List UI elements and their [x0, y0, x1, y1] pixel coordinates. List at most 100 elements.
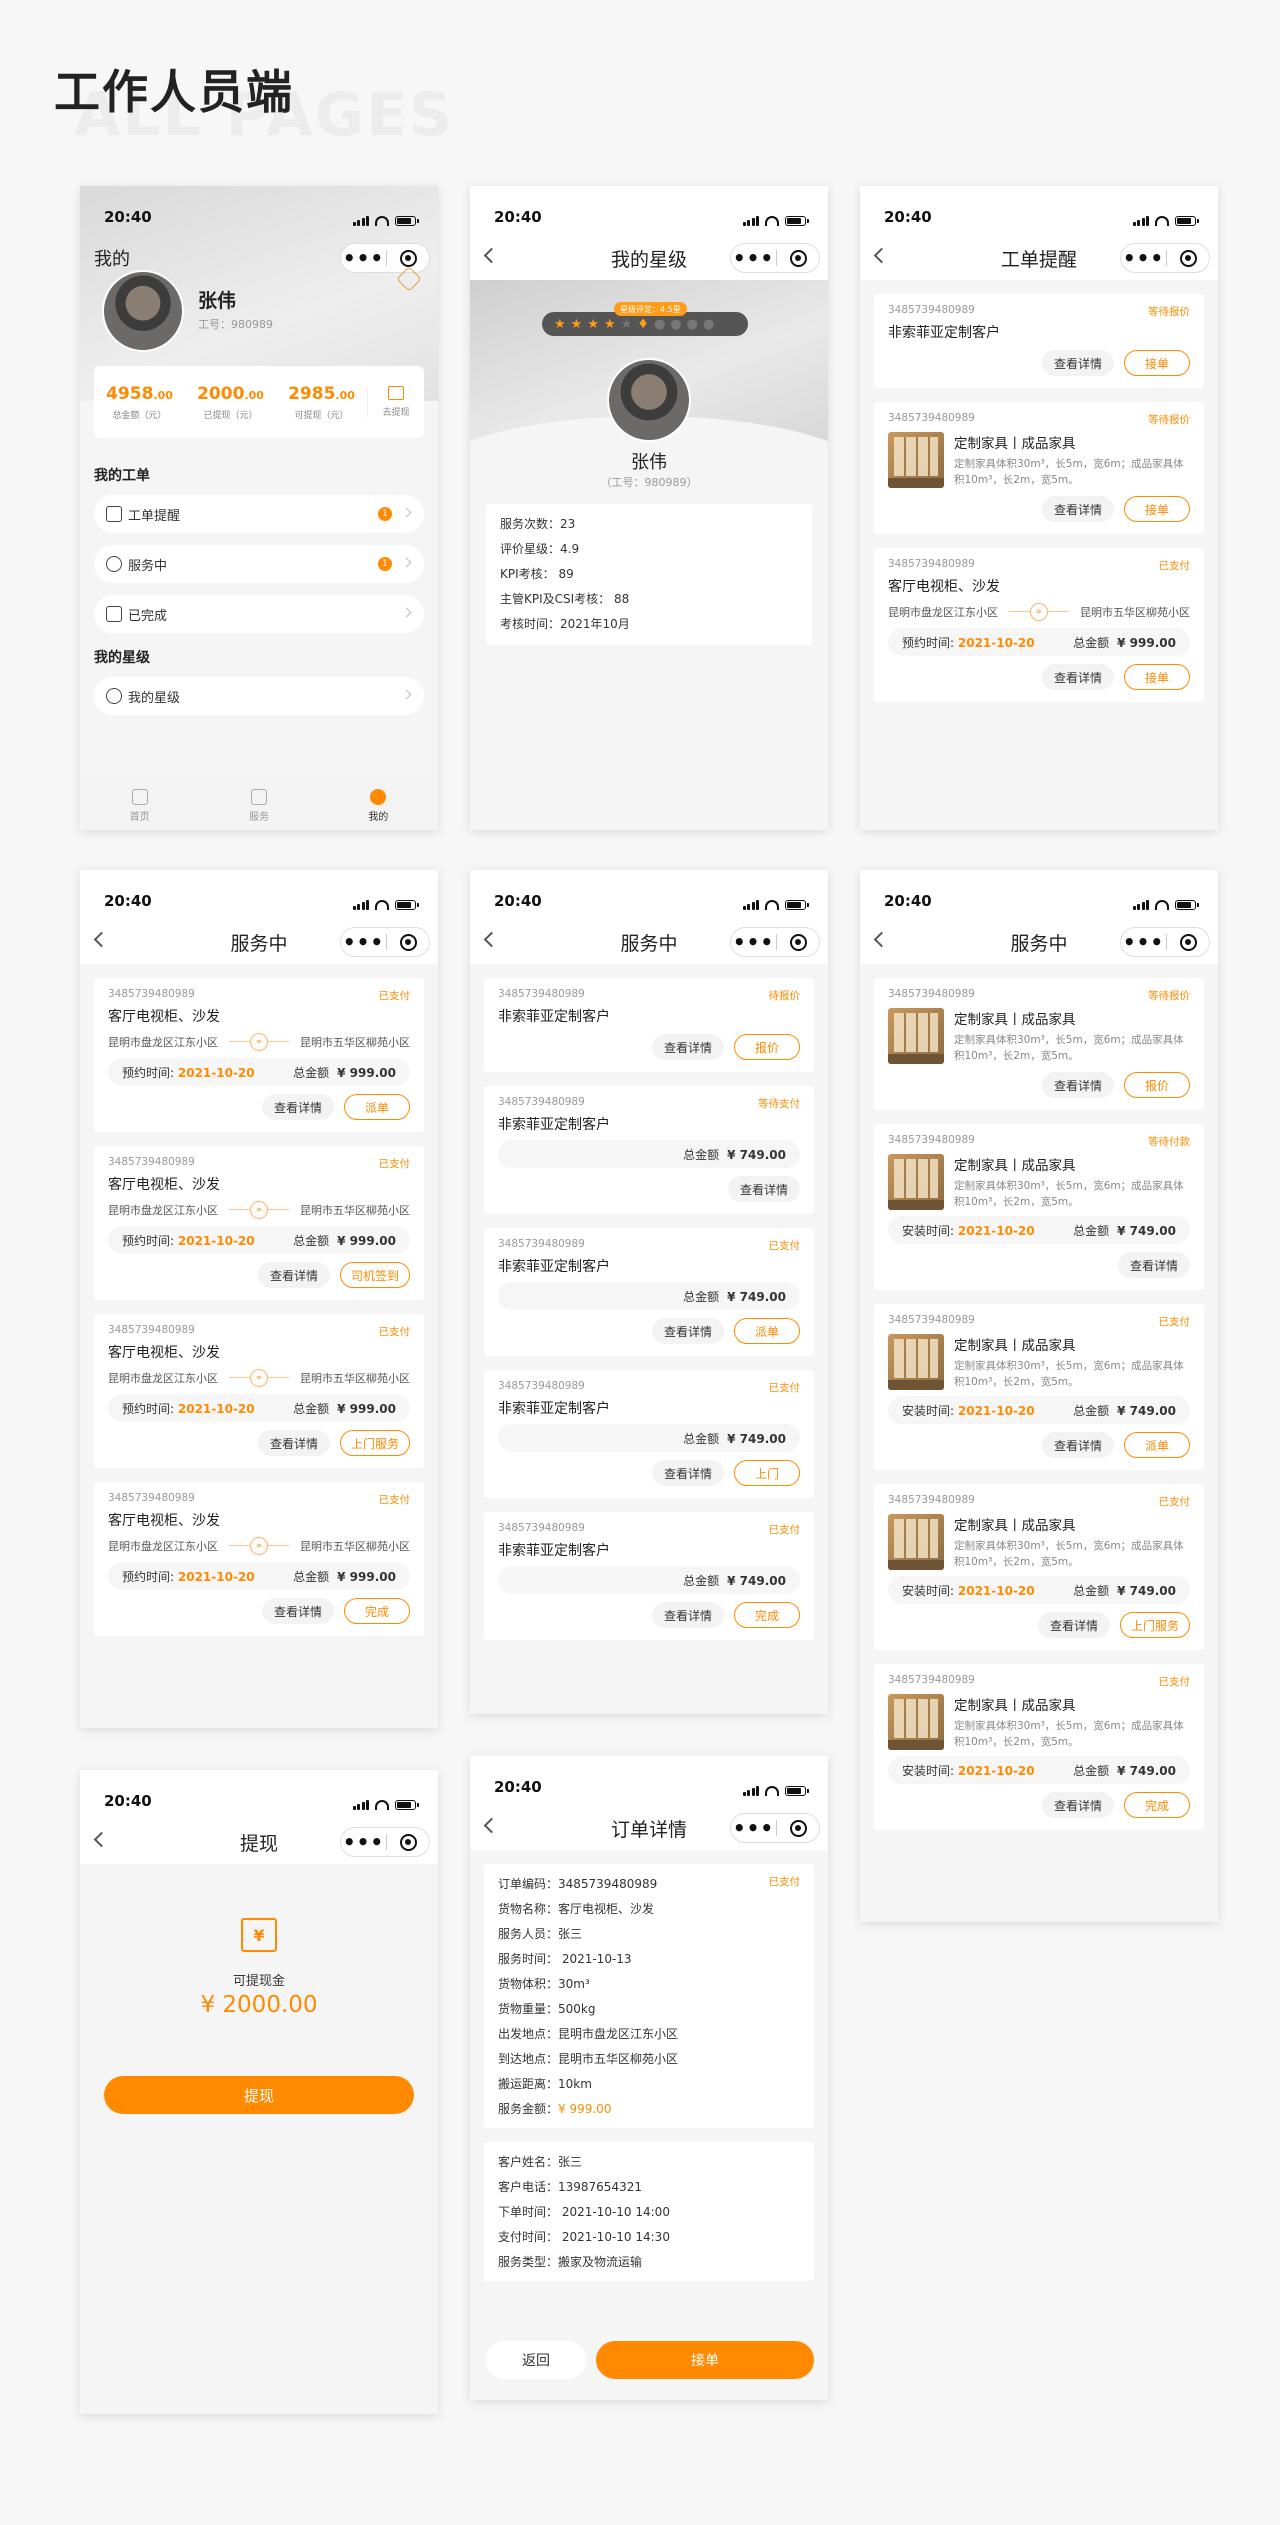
close-mini-icon[interactable] — [789, 1819, 807, 1837]
accept-button[interactable]: 接单 — [1124, 496, 1190, 522]
back-icon[interactable] — [93, 1831, 110, 1848]
accept-button[interactable]: 接单 — [1124, 664, 1190, 690]
view-detail-button[interactable]: 查看详情 — [1117, 1252, 1190, 1278]
quote-button[interactable]: 报价 — [1124, 1072, 1190, 1098]
tab-service[interactable]: 服务 — [199, 781, 318, 830]
onsite-service-button[interactable]: 上门服务 — [339, 1430, 410, 1456]
stat-available: 2985.00 可提现（元） — [288, 383, 355, 421]
row-my-level[interactable]: 我的星级 — [94, 677, 424, 715]
complete-button[interactable]: 完成 — [344, 1598, 410, 1624]
capsule-menu[interactable]: ••• — [730, 243, 820, 273]
status-time: 20:40 — [104, 208, 152, 226]
view-detail-button[interactable]: 查看详情 — [651, 1318, 724, 1344]
close-mini-icon[interactable] — [399, 249, 417, 267]
onsite-button[interactable]: 上门 — [734, 1460, 800, 1486]
order-card: 3485739480989 已支付 客厅电视柜、沙发 昆明市盘龙区江东小区» 昆明市五华… — [94, 978, 424, 1132]
tab-mine[interactable]: 我的 — [319, 781, 438, 830]
view-detail-button[interactable]: 查看详情 — [1041, 664, 1114, 690]
back-icon[interactable] — [483, 1817, 500, 1834]
row-in-service[interactable]: 服务中 1 — [94, 545, 424, 583]
capsule-menu[interactable]: ••• — [340, 243, 430, 273]
close-mini-icon[interactable] — [399, 1833, 417, 1851]
close-mini-icon[interactable] — [1179, 249, 1197, 267]
row-order-reminder[interactable]: 工单提醒 1 — [94, 495, 424, 533]
quote-button[interactable]: 报价 — [734, 1034, 800, 1060]
capsule-menu[interactable]: ••• — [1120, 243, 1210, 273]
view-detail-button[interactable]: 查看详情 — [1041, 496, 1114, 522]
view-detail-button[interactable]: 查看详情 — [651, 1602, 724, 1628]
more-icon[interactable]: ••• — [1121, 927, 1166, 957]
signal-icon — [352, 1800, 369, 1810]
row-completed[interactable]: 已完成 — [94, 595, 424, 633]
page-title: 工作人员端 — [54, 65, 294, 119]
back-icon[interactable] — [483, 247, 500, 264]
view-detail-button[interactable]: 查看详情 — [1041, 350, 1114, 376]
accept-button[interactable]: 接单 — [1124, 350, 1190, 376]
back-icon[interactable] — [483, 931, 500, 948]
view-detail-button[interactable]: 查看详情 — [1041, 1072, 1114, 1098]
signal-icon — [352, 216, 369, 226]
more-icon[interactable]: ••• — [341, 1827, 386, 1857]
signal-icon — [1132, 216, 1149, 226]
view-detail-button[interactable]: 查看详情 — [651, 1034, 724, 1060]
withdraw-button[interactable]: 提现 — [104, 2076, 414, 2114]
view-detail-button[interactable]: 查看详情 — [651, 1460, 724, 1486]
capsule-menu[interactable]: ••• — [730, 1813, 820, 1843]
view-detail-button[interactable]: 查看详情 — [257, 1430, 330, 1456]
signal-icon — [742, 900, 759, 910]
chevron-right-icon — [401, 689, 412, 700]
complete-button[interactable]: 完成 — [734, 1602, 800, 1628]
view-detail-button[interactable]: 查看详情 — [1037, 1612, 1110, 1638]
back-icon[interactable] — [873, 931, 890, 948]
more-icon[interactable]: ••• — [731, 243, 776, 273]
close-mini-icon[interactable] — [1179, 933, 1197, 951]
more-icon[interactable]: ••• — [731, 1813, 776, 1843]
complete-button[interactable]: 完成 — [1124, 1792, 1190, 1818]
tab-bar: 首页 服务 我的 — [80, 780, 438, 830]
more-icon[interactable]: ••• — [731, 927, 776, 957]
back-icon[interactable] — [93, 931, 110, 948]
arrow-icon: » — [250, 1537, 268, 1555]
signal-icon — [352, 900, 369, 910]
withdraw-icon — [388, 386, 404, 400]
level-info-card: 服务次数：23 评价星级：4.9 KPI考核： 89 主管KPI及CSI考核： 88 考… — [486, 504, 812, 645]
order-card: 3485739480989 待报价 非索菲亚定制客户 查看详情 报价 — [484, 978, 814, 1072]
view-detail-button[interactable]: 查看详情 — [727, 1176, 800, 1202]
capsule-menu[interactable]: ••• — [730, 927, 820, 957]
tab-home[interactable]: 首页 — [80, 781, 199, 830]
close-mini-icon[interactable] — [789, 249, 807, 267]
back-button[interactable]: 返回 — [486, 2341, 586, 2379]
capsule-menu[interactable]: ••• — [340, 927, 430, 957]
wifi-icon — [375, 216, 389, 226]
driver-checkin-button[interactable]: 司机签到 — [339, 1262, 410, 1288]
avatar — [607, 358, 691, 442]
battery-icon — [395, 900, 419, 910]
view-detail-button[interactable]: 查看详情 — [257, 1262, 330, 1288]
arrow-icon: » — [250, 1201, 268, 1219]
view-detail-button[interactable]: 查看详情 — [261, 1094, 334, 1120]
accept-order-button[interactable]: 接单 — [596, 2341, 814, 2379]
more-icon[interactable]: ••• — [1121, 243, 1166, 273]
back-icon[interactable] — [873, 247, 890, 264]
capsule-menu[interactable]: ••• — [340, 1827, 430, 1857]
clipboard-icon — [106, 506, 122, 522]
close-mini-icon[interactable] — [789, 933, 807, 951]
onsite-service-button[interactable]: 上门服务 — [1119, 1612, 1190, 1638]
arrow-icon: » — [1030, 603, 1048, 621]
view-detail-button[interactable]: 查看详情 — [261, 1598, 334, 1624]
screen-service-customer: 20:40 服务中 ••• 3485739480989 待报价 非索菲亚定制客户 查看详… — [470, 870, 828, 1714]
order-card: 3485739480989 等待报价 定制家具丨成品家具 定制家具体积30m³，长5m… — [874, 978, 1204, 1110]
more-icon[interactable]: ••• — [341, 927, 386, 957]
order-card: 3485739480989 已支付 非索菲亚定制客户 总金额 ¥ 749.00 查看详情派… — [484, 1228, 814, 1356]
view-detail-button[interactable]: 查看详情 — [1041, 1792, 1114, 1818]
dispatch-button[interactable]: 派单 — [734, 1318, 800, 1344]
more-icon[interactable]: ••• — [341, 243, 386, 273]
chart-icon — [106, 606, 122, 622]
capsule-menu[interactable]: ••• — [1120, 927, 1210, 957]
chevron-right-icon — [401, 557, 412, 568]
dispatch-button[interactable]: 派单 — [1124, 1432, 1190, 1458]
dispatch-button[interactable]: 派单 — [344, 1094, 410, 1120]
close-mini-icon[interactable] — [399, 933, 417, 951]
withdraw-shortcut[interactable]: 去提现 — [368, 386, 424, 418]
view-detail-button[interactable]: 查看详情 — [1041, 1432, 1114, 1458]
